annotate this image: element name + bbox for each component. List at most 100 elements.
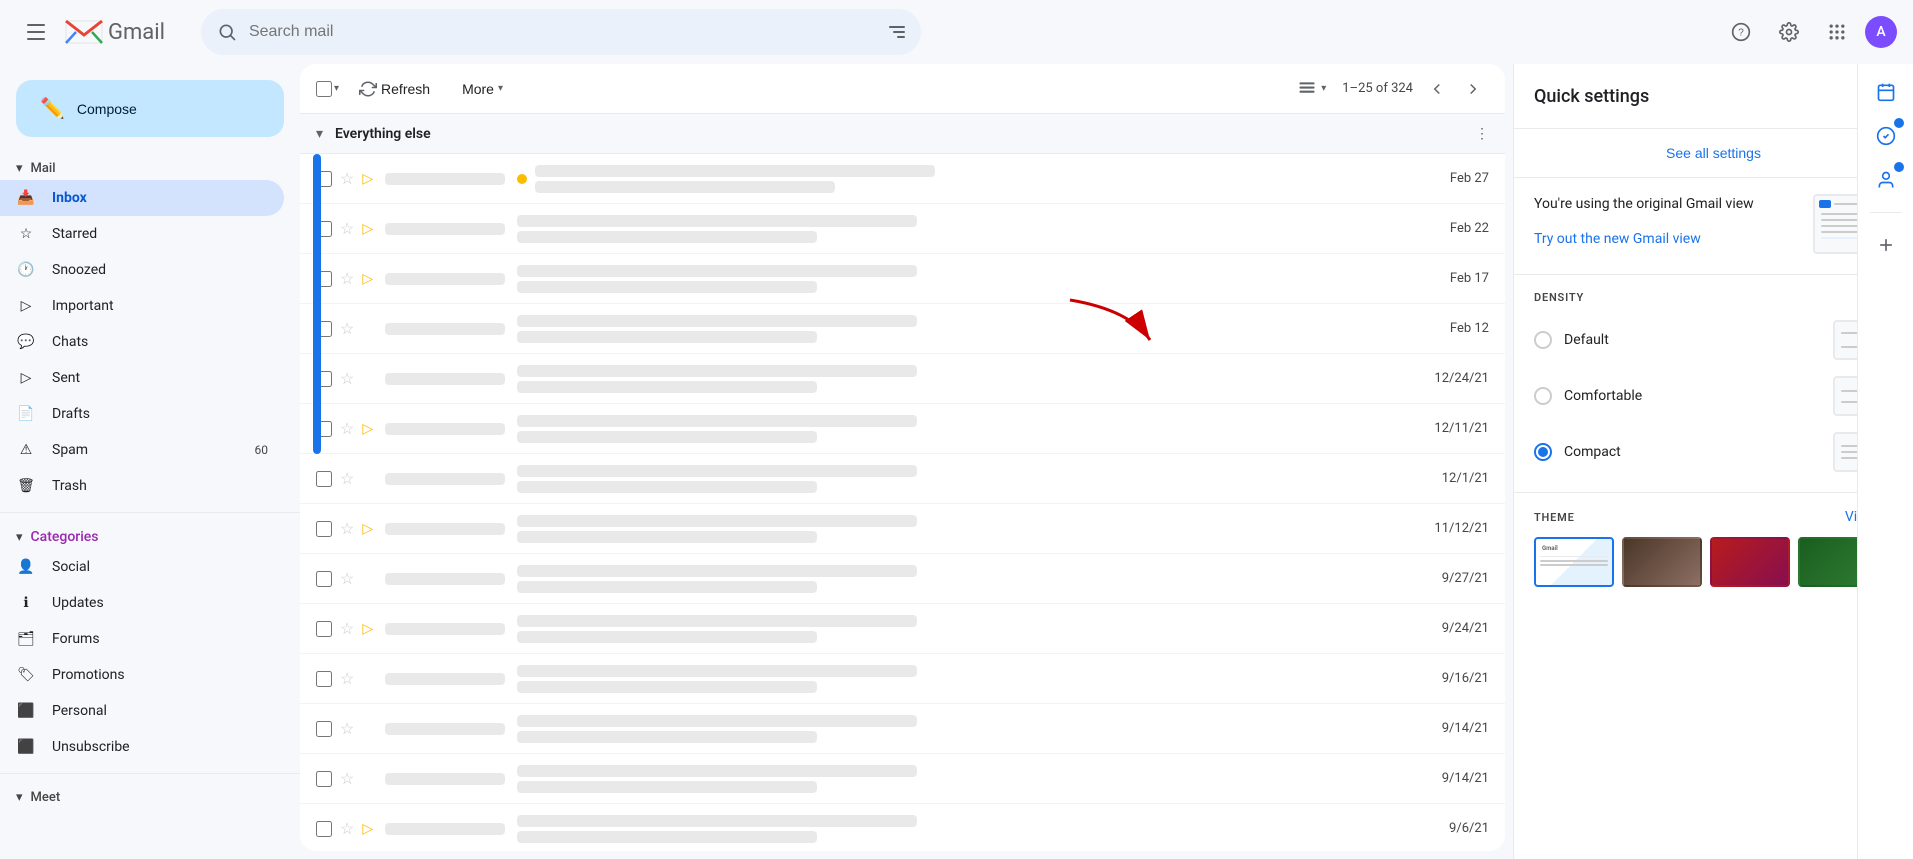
star-icon[interactable]: ☆ <box>340 669 354 688</box>
email-row[interactable]: ☆ ▷ 12/24/21 <box>300 354 1505 404</box>
email-row[interactable]: ☆ ▷ 9/14/21 <box>300 704 1505 754</box>
sidebar-item-inbox[interactable]: 📥 Inbox <box>0 180 284 216</box>
sidebar-item-spam[interactable]: ⚠ Spam 60 <box>0 432 284 468</box>
sender-blurred <box>385 223 505 235</box>
sidebar-item-forums[interactable]: 🗂 Forums <box>0 621 284 657</box>
star-icon[interactable]: ☆ <box>340 269 354 288</box>
sidebar-item-trash[interactable]: 🗑 Trash <box>0 468 284 504</box>
email-row[interactable]: ☆ ▷ Feb 22 <box>300 204 1505 254</box>
sidebar-item-social[interactable]: 👤 Social <box>0 549 284 585</box>
help-button[interactable]: ? <box>1721 12 1761 52</box>
search-input[interactable] <box>249 23 877 41</box>
compose-button[interactable]: ✏️ Compose <box>16 80 284 137</box>
email-row[interactable]: ☆ ▷ 11/12/21 <box>300 504 1505 554</box>
email-row[interactable]: ☆ ▷ 9/16/21 <box>300 654 1505 704</box>
next-page-button[interactable] <box>1457 73 1489 105</box>
density-comfortable-radio[interactable] <box>1534 387 1552 405</box>
main-content: ▾ Refresh More ▾ ▾ 1–25 of 324 <box>300 64 1505 851</box>
filter-icon[interactable] <box>889 26 905 38</box>
prev-page-button[interactable] <box>1421 73 1453 105</box>
email-checkbox[interactable] <box>316 671 332 687</box>
email-row[interactable]: ☆ ▷ 9/14/21 <box>300 754 1505 804</box>
sidebar-item-sent[interactable]: ▷ Sent <box>0 360 284 396</box>
sidebar-item-unsubscribe[interactable]: ⬛ Unsubscribe <box>0 729 284 765</box>
select-all-wrap[interactable]: ▾ <box>316 81 339 97</box>
star-icon[interactable]: ☆ <box>340 619 354 638</box>
email-row[interactable]: ☆ ▷ Feb 27 <box>300 154 1505 204</box>
sidebar-item-promotions[interactable]: 🏷 Promotions <box>0 657 284 693</box>
email-checkbox[interactable] <box>316 821 332 837</box>
forums-label: Forums <box>52 631 268 647</box>
select-all-checkbox[interactable] <box>316 81 332 97</box>
sidebar-item-snoozed[interactable]: 🕐 Snoozed <box>0 252 284 288</box>
sidebar-item-starred[interactable]: ☆ Starred <box>0 216 284 252</box>
calendar-icon-button[interactable] <box>1866 72 1906 112</box>
theme-floral[interactable] <box>1710 537 1790 587</box>
apps-button[interactable] <box>1817 12 1857 52</box>
density-compact-option[interactable]: Compact <box>1534 428 1893 476</box>
settings-button[interactable] <box>1769 12 1809 52</box>
select-dropdown-icon[interactable]: ▾ <box>334 83 339 94</box>
sender-blurred <box>385 323 505 335</box>
search-bar[interactable] <box>201 9 921 55</box>
add-addon-button[interactable] <box>1866 225 1906 265</box>
star-icon[interactable]: ☆ <box>340 219 354 238</box>
tasks-icon-button[interactable] <box>1866 116 1906 156</box>
email-checkbox[interactable] <box>316 621 332 637</box>
star-icon[interactable]: ☆ <box>340 369 354 388</box>
density-default-radio[interactable] <box>1534 331 1552 349</box>
star-icon[interactable]: ☆ <box>340 569 354 588</box>
email-checkbox[interactable] <box>316 471 332 487</box>
email-row[interactable]: ☆ ▷ 9/27/21 <box>300 554 1505 604</box>
categories-section[interactable]: ▾ Categories <box>0 521 300 549</box>
section-collapse-icon[interactable]: ▾ <box>316 126 323 142</box>
sidebar-item-chats[interactable]: 💬 Chats <box>0 324 284 360</box>
email-checkbox[interactable] <box>316 771 332 787</box>
email-row[interactable]: ☆ ▷ 12/1/21 <box>300 454 1505 504</box>
mail-section[interactable]: ▾ Mail <box>0 153 300 180</box>
refresh-button[interactable]: Refresh <box>347 74 442 104</box>
email-row[interactable]: ☆ ▷ 9/6/21 <box>300 804 1505 851</box>
density-title: DENSITY <box>1534 291 1893 304</box>
email-row[interactable]: ☆ ▷ Feb 17 <box>300 254 1505 304</box>
star-icon[interactable]: ☆ <box>340 769 354 788</box>
avatar[interactable]: A <box>1865 16 1897 48</box>
more-button[interactable]: More ▾ <box>450 75 515 103</box>
star-icon[interactable]: ☆ <box>340 169 354 188</box>
star-icon[interactable]: ☆ <box>340 319 354 338</box>
density-compact-radio[interactable] <box>1534 443 1552 461</box>
mail-chevron-icon: ▾ <box>16 161 23 176</box>
sidebar-item-personal[interactable]: ⬛ Personal <box>0 693 284 729</box>
email-checkbox[interactable] <box>316 721 332 737</box>
promotions-icon: 🏷 <box>16 667 36 683</box>
star-icon[interactable]: ☆ <box>340 819 354 838</box>
sidebar-item-important[interactable]: ▷ Important <box>0 288 284 324</box>
see-all-settings-button[interactable]: See all settings <box>1666 145 1761 161</box>
email-date: 12/1/21 <box>1419 471 1489 486</box>
density-default-option[interactable]: Default <box>1534 316 1893 364</box>
section-more-icon[interactable]: ⋮ <box>1475 126 1489 142</box>
email-row[interactable]: ☆ ▷ Feb 12 <box>300 304 1505 354</box>
theme-default[interactable]: Gmail <box>1534 537 1614 587</box>
density-comfortable-option[interactable]: Comfortable <box>1534 372 1893 420</box>
star-icon[interactable]: ☆ <box>340 719 354 738</box>
star-icon[interactable]: ☆ <box>340 519 354 538</box>
email-row[interactable]: ☆ ▷ 9/24/21 <box>300 604 1505 654</box>
sidebar-item-drafts[interactable]: 📄 Drafts <box>0 396 284 432</box>
menu-button[interactable] <box>16 12 56 52</box>
email-checkbox[interactable] <box>316 521 332 537</box>
forward-icon: ▷ <box>362 271 373 287</box>
try-new-view-link[interactable]: Try out the new Gmail view <box>1534 231 1701 247</box>
email-row[interactable]: ☆ ▷ 12/11/21 <box>300 404 1505 454</box>
contacts-icon-button[interactable] <box>1866 160 1906 200</box>
meet-section[interactable]: ▾ Meet <box>0 782 300 809</box>
star-icon[interactable]: ☆ <box>340 419 354 438</box>
star-icon[interactable]: ☆ <box>340 469 354 488</box>
sidebar-item-updates[interactable]: ℹ Updates <box>0 585 284 621</box>
view-dropdown-icon[interactable]: ▾ <box>1321 83 1326 94</box>
theme-nature[interactable] <box>1622 537 1702 587</box>
snoozed-icon: 🕐 <box>16 262 36 278</box>
email-checkbox[interactable] <box>316 571 332 587</box>
email-snippet-wrap <box>517 765 1407 793</box>
email-content <box>517 465 1407 493</box>
